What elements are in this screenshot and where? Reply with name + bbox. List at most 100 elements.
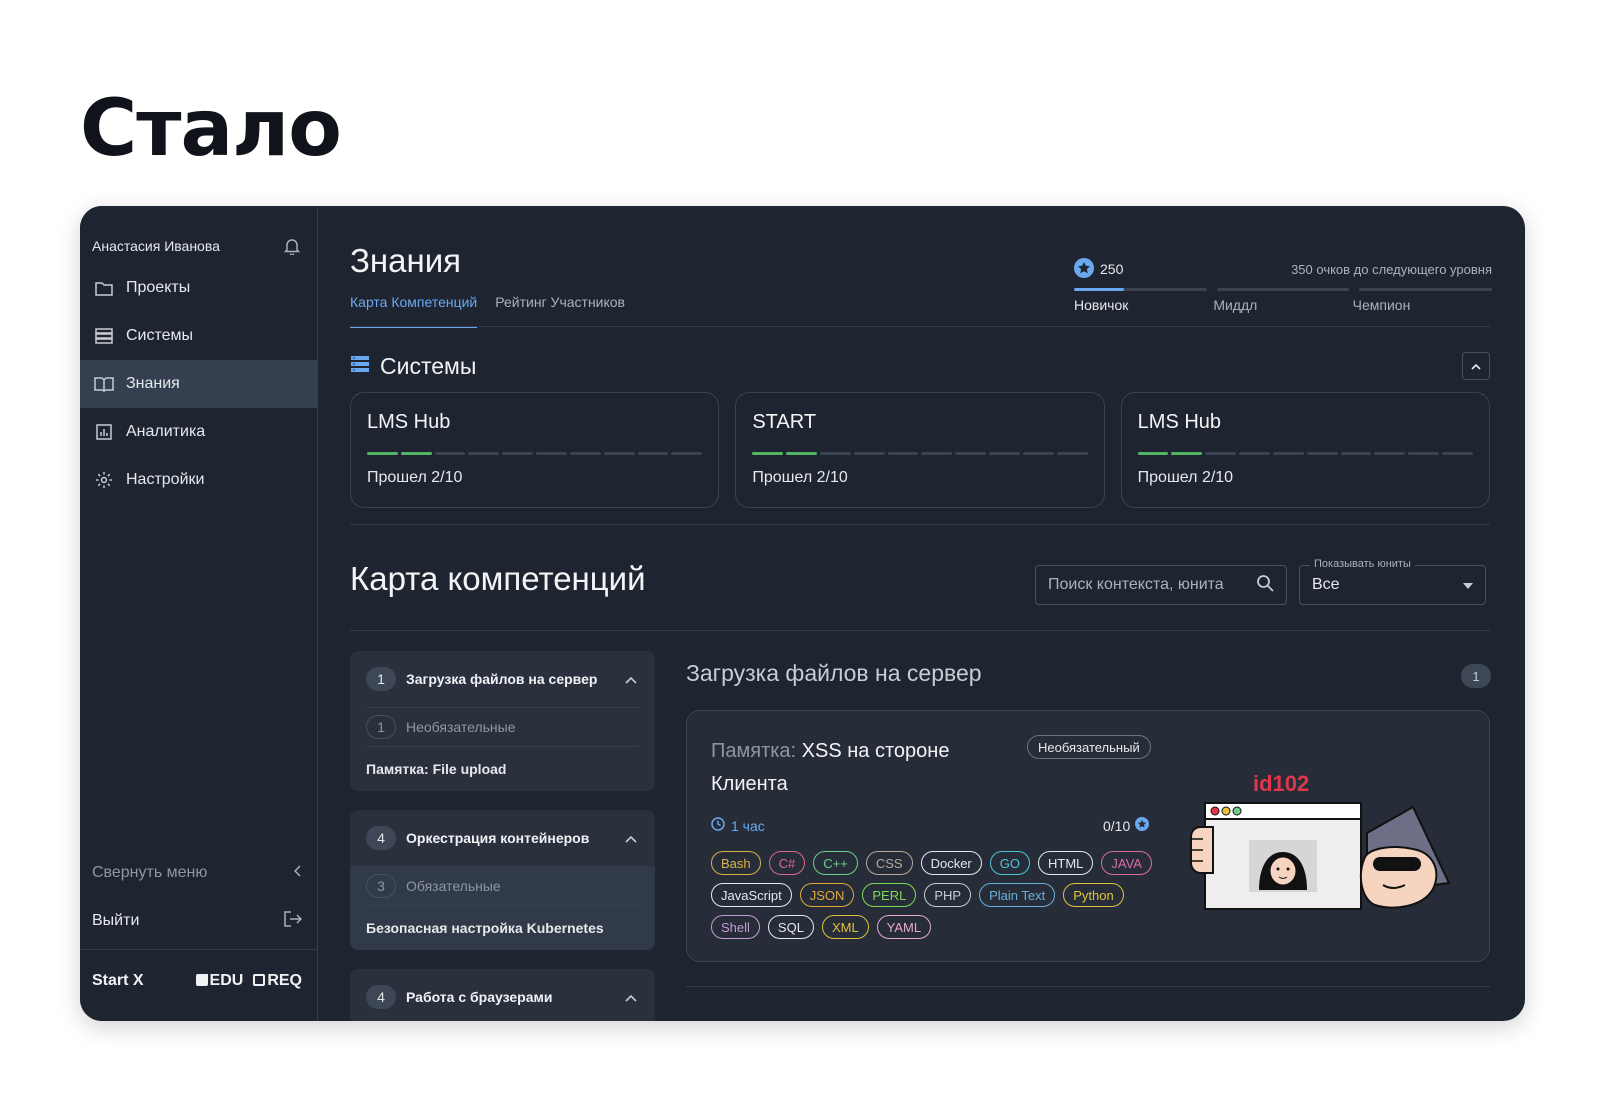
accordion-header[interactable]: 4 Работа с браузерами <box>350 969 655 1021</box>
search-input[interactable] <box>1048 576 1248 594</box>
progress-segment <box>468 452 500 455</box>
language-tag[interactable]: C++ <box>813 851 858 875</box>
sidebar-item-analytics[interactable]: Аналитика <box>80 408 317 456</box>
points-value: 250 <box>1100 261 1124 277</box>
systems-header: Системы <box>350 350 1490 382</box>
tabs: Карта Компетенций Рейтинг Участников <box>350 294 643 328</box>
main-content: Знания Карта Компетенций Рейтинг Участни… <box>350 206 1495 1021</box>
language-tag[interactable]: HTML <box>1038 851 1094 875</box>
system-card[interactable]: LMS Hub Прошел 2/10 <box>1120 392 1490 508</box>
language-tag[interactable]: Plain Text <box>979 883 1056 907</box>
progress-segment <box>1205 452 1237 455</box>
system-name: LMS Hub <box>367 411 451 433</box>
language-tag[interactable]: JSON <box>799 883 855 907</box>
section-count-badge: 1 <box>1461 664 1491 688</box>
language-tag[interactable]: GO <box>989 851 1030 875</box>
progress-segment <box>853 452 885 455</box>
language-tag[interactable]: Shell <box>711 915 760 939</box>
slide-title: Стало <box>80 84 342 174</box>
accordion-title: Работа с браузерами <box>406 989 553 1005</box>
tab-competency-map[interactable]: Карта Компетенций <box>350 294 478 328</box>
system-passed: Прошел 2/10 <box>1137 469 1234 486</box>
book-icon <box>94 374 114 394</box>
system-progress <box>367 452 703 455</box>
unit-card[interactable]: Памятка: XSS на стороне Клиента Необязат… <box>686 710 1490 962</box>
language-tag[interactable]: SQL <box>767 915 814 939</box>
language-tag[interactable]: CSS <box>865 851 913 875</box>
level-bar-middle <box>1216 288 1350 291</box>
language-tag[interactable]: YAML <box>876 915 932 939</box>
accordion-header[interactable]: 1 Загрузка файлов на сервер <box>350 651 655 707</box>
progress-segment <box>819 452 851 455</box>
server-icon <box>94 326 114 346</box>
progress-segment <box>1340 452 1372 455</box>
language-tag[interactable]: JAVA <box>1101 851 1152 875</box>
system-name: START <box>752 411 817 433</box>
level-name-novice: Новичок <box>1074 297 1129 313</box>
language-tag[interactable]: C# <box>768 851 806 875</box>
search-icon[interactable] <box>1256 574 1274 597</box>
language-tag[interactable]: Docker <box>920 851 982 875</box>
search-field[interactable] <box>1035 565 1287 605</box>
progress-segment <box>955 452 987 455</box>
accordion-header[interactable]: 4 Оркестрация контейнеров <box>350 810 655 866</box>
sidebar-item-settings[interactable]: Настройки <box>80 456 317 504</box>
progress-segment <box>1374 452 1406 455</box>
collapse-menu-button[interactable]: Свернуть меню <box>92 858 302 888</box>
gear-icon <box>94 470 114 490</box>
language-tags: Bash C# C++ CSS Docker GO HTML JAVA JavaScript JS… <box>711 851 1161 939</box>
sidebar-item-systems[interactable]: Системы <box>80 312 317 360</box>
brand-edu: EDU <box>195 972 243 990</box>
sidebar-item-projects[interactable]: Проекты <box>80 264 317 312</box>
illustration-id-label: id102 <box>1253 771 1309 796</box>
progress-segment <box>400 452 432 455</box>
progress-segment <box>367 452 398 455</box>
system-cards: LMS Hub Прошел 2/10 START Прошел 2/10 LM… <box>350 392 1490 508</box>
accordion-item[interactable]: Безопасная настройка Kubernetes <box>366 906 639 950</box>
system-passed: Прошел 2/10 <box>752 469 848 486</box>
progress-segment <box>1306 452 1338 455</box>
level-bars <box>1074 288 1493 291</box>
xss-illustration: id102 <box>1187 767 1467 917</box>
caret-down-icon <box>1463 576 1473 594</box>
units-filter-select[interactable]: Показывать юниты Все <box>1299 558 1486 605</box>
progress-segment <box>1022 452 1054 455</box>
req-icon <box>253 974 266 986</box>
logout-button[interactable]: Выйти <box>92 906 303 936</box>
sidebar-item-label: Аналитика <box>126 423 206 440</box>
bell-icon[interactable] <box>282 236 302 256</box>
system-card[interactable]: LMS Hub Прошел 2/10 <box>350 392 720 508</box>
system-progress <box>752 452 1088 455</box>
system-name: LMS Hub <box>1137 411 1222 433</box>
collapse-menu-label: Свернуть меню <box>92 864 208 881</box>
user-row: Анастасия Иванова <box>92 234 302 258</box>
accordion-body: 3 Обязательные Безопасная настройка Kube… <box>350 866 655 950</box>
unit-duration-value: 1 час <box>731 817 765 834</box>
language-tag[interactable]: PERL <box>862 883 917 907</box>
language-tag[interactable]: Python <box>1063 883 1124 907</box>
accordion-item[interactable]: Памятка: File upload <box>366 747 639 791</box>
language-tag[interactable]: Bash <box>711 851 761 875</box>
system-card[interactable]: START Прошел 2/10 <box>735 392 1105 508</box>
accordion-section: 1 Загрузка файлов на сервер 1 Необязател… <box>350 651 655 791</box>
system-progress <box>1137 452 1473 455</box>
sidebar-item-knowledge[interactable]: Знания <box>80 360 317 408</box>
systems-title: Системы <box>380 352 477 379</box>
accordion-subgroup: 3 Обязательные <box>366 866 639 906</box>
unit-score: 0/10 <box>1103 817 1150 834</box>
user-name: Анастасия Иванова <box>92 238 220 254</box>
brand-req: REQ <box>253 972 302 990</box>
progress-segment <box>603 452 635 455</box>
progress-segment <box>989 452 1020 455</box>
systems-collapse-button[interactable] <box>1462 352 1490 380</box>
language-tag[interactable]: JavaScript <box>711 883 792 907</box>
language-tag[interactable]: XML <box>821 915 869 939</box>
content-divider <box>686 986 1490 987</box>
progress-segment <box>921 452 953 455</box>
accordion-count: 4 <box>366 826 396 850</box>
sidebar-item-label: Знания <box>126 375 180 392</box>
language-tag[interactable]: PHP <box>924 883 972 907</box>
level-progress: 250 350 очков до следующего уровня Нович… <box>1074 257 1493 313</box>
progress-segment <box>569 452 601 455</box>
tab-participants-rating[interactable]: Рейтинг Участников <box>495 294 625 328</box>
